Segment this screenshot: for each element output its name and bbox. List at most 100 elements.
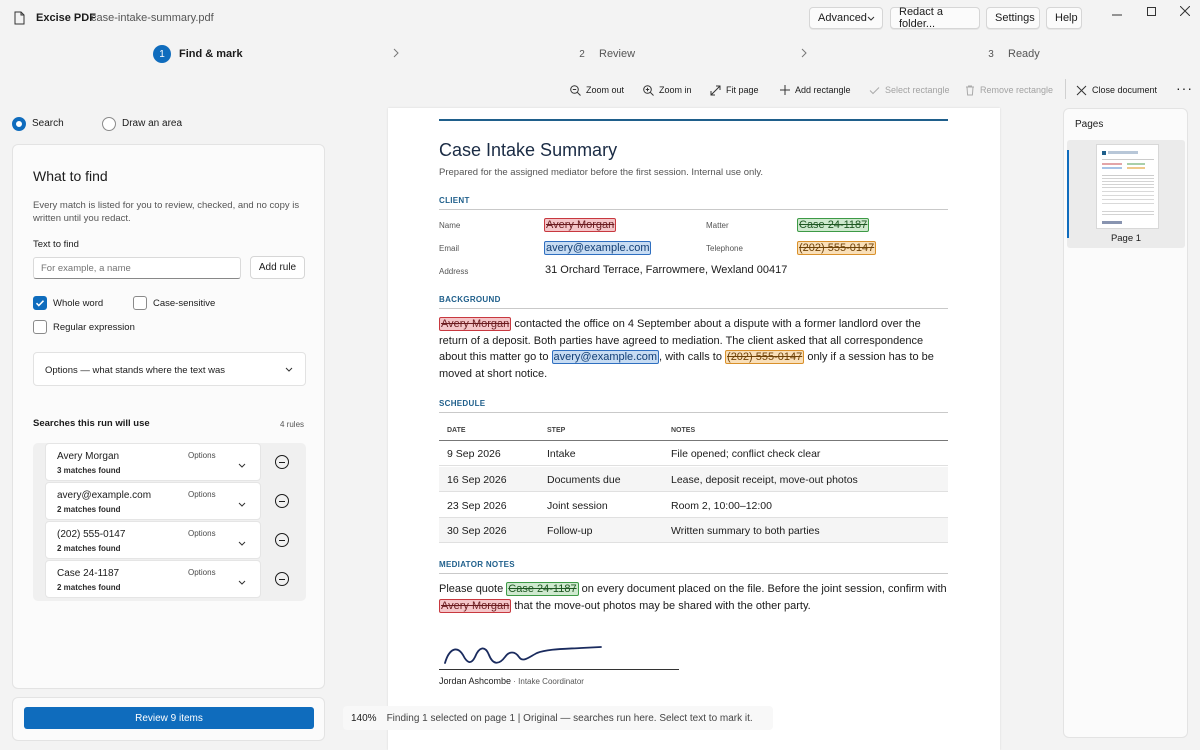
help-button[interactable]: Help [1046,7,1082,29]
mediator-notes-paragraph: Please quote Case 24-1187 on every docum… [439,581,949,614]
select-rectangle-button[interactable]: Select rectangle [869,83,950,97]
signer-name: Jordan Ashcombe [439,676,512,686]
zoom-level[interactable]: 140% [351,713,377,724]
step-review[interactable]: 2 Review [573,45,635,63]
chevron-down-icon[interactable] [238,496,246,510]
rule-matches: 2 matches found [57,583,121,592]
table-row: 30 Sep 2026 Follow-up Written summary to… [439,518,948,543]
schedule-col-step: STEP [547,427,566,434]
name-highlight[interactable]: Avery Morgan [439,317,512,331]
minimize-icon[interactable] [1110,8,1124,22]
remove-rule-icon[interactable] [275,455,289,469]
rule-item[interactable]: (202) 555-0147 2 matches found Options [45,521,261,559]
chevron-down-icon[interactable] [238,535,246,549]
rule-name: (202) 555-0147 [57,529,126,540]
rule-item[interactable]: avery@example.com 2 matches found Option… [45,482,261,520]
review-button[interactable]: Review 9 items [24,707,314,729]
zoom-in-button[interactable]: Zoom in [643,83,692,97]
maximize-icon[interactable] [1144,4,1158,18]
zoom-in-label: Zoom in [659,85,692,95]
app-name: Excise PDF [36,12,96,24]
rules-title: Searches this run will use [33,418,150,429]
step-label: Review [599,48,636,60]
zoom-out-label: Zoom out [586,85,625,95]
phone-highlight[interactable]: (202) 555-0147 [725,350,805,364]
case-sensitive-option[interactable]: Case-sensitive [133,296,228,312]
doc-subtitle: Prepared for the assigned mediator befor… [439,167,764,178]
name-highlight[interactable]: Avery Morgan [439,598,512,613]
zoom-out-button[interactable]: Zoom out [570,83,624,97]
status-bar: 140% Finding 1 selected on page 1 | Orig… [343,706,773,730]
signer-role: · Intake Coordinator [511,677,584,686]
rule-item[interactable]: Case 24-1187 2 matches found Options [45,560,261,598]
phone-highlight[interactable]: (202) 555-0147 [797,241,877,255]
status-text: Finding 1 selected on page 1 | Original … [386,712,753,724]
settings-button[interactable]: Settings [986,7,1040,29]
page-thumbnail-item[interactable]: Page 1 [1067,140,1185,248]
case-sensitive-label: Case-sensitive [153,298,216,309]
close-document-button[interactable]: Close document [1076,83,1157,97]
regex-label: Regular expression [53,322,135,333]
chevron-down-icon [867,16,875,21]
fit-page-label: Fit page [726,85,759,95]
email-highlight[interactable]: avery@example.com [544,241,652,255]
search-mode-option[interactable]: Search [12,116,92,132]
rule-matches: 3 matches found [57,466,121,475]
text-to-find-input[interactable] [33,257,241,279]
advanced-button[interactable]: Advanced [809,7,883,29]
fit-page-button[interactable]: Fit page [710,83,759,97]
cell-step: Documents due [547,474,621,486]
client-heading: CLIENT [439,196,470,205]
cell-date: 9 Sep 2026 [447,448,501,460]
search-radio[interactable] [12,117,26,131]
text-to-find-label: Text to find [33,239,79,250]
redact-folder-button[interactable]: Redact a folder... [890,6,980,30]
whole-word-option[interactable]: Whole word [33,296,128,312]
options-dropdown[interactable]: Options — what stands where the text was [33,352,306,386]
plus-icon [780,85,790,95]
remove-rectangle-button[interactable]: Remove rectangle [965,83,1053,97]
background-text: , with calls to [659,351,726,363]
draw-mode-option[interactable]: Draw an area [102,116,202,132]
regex-checkbox[interactable] [33,320,47,334]
add-rule-button[interactable]: Add rule [250,256,305,279]
address-label: Address [439,267,469,276]
cell-date: 16 Sep 2026 [447,474,507,486]
matter-label: Matter [706,221,729,230]
page-thumbnail [1096,144,1159,229]
add-rectangle-label: Add rectangle [795,85,851,95]
zoom-in-icon [643,84,654,96]
pdf-page[interactable]: Case Intake Summary Prepared for the ass… [388,108,1000,750]
chevron-right-icon [801,48,807,58]
remove-rule-icon[interactable] [275,494,289,508]
telephone-label: Telephone [706,244,743,253]
regex-option[interactable]: Regular expression [33,320,153,336]
whole-word-checkbox[interactable] [33,296,47,310]
email-highlight[interactable]: avery@example.com [551,350,659,364]
pages-title: Pages [1075,119,1104,130]
signer: Jordan Ashcombe · Intake Coordinator [439,676,584,686]
draw-radio[interactable] [102,117,116,131]
rule-item[interactable]: Avery Morgan 3 matches found Options [45,443,261,481]
name-highlight[interactable]: Avery Morgan [544,218,617,232]
chevron-down-icon[interactable] [238,574,246,588]
close-window-icon[interactable] [1178,4,1192,18]
rule-options-label: Options [188,568,216,577]
trash-icon [966,85,974,95]
case-highlight[interactable]: Case 24-1187 [797,218,870,232]
step-find-mark[interactable]: 1 Find & mark [153,45,243,63]
case-sensitive-checkbox[interactable] [133,296,147,310]
remove-rule-icon[interactable] [275,572,289,586]
chevron-down-icon[interactable] [238,457,246,471]
notes-text: Please quote [439,583,507,595]
notes-text: that the move-out photos may be shared w… [511,599,811,612]
add-rectangle-button[interactable]: Add rectangle [780,83,851,97]
step-number: 3 [988,48,994,60]
cell-notes: Lease, deposit receipt, move-out photos [671,474,858,486]
case-highlight[interactable]: Case 24-1187 [506,582,579,596]
rule-matches: 2 matches found [57,505,121,514]
background-heading: BACKGROUND [439,295,501,304]
more-options-icon[interactable]: ··· [1176,81,1193,95]
remove-rule-icon[interactable] [275,533,289,547]
step-ready[interactable]: 3 Ready [982,45,1040,63]
